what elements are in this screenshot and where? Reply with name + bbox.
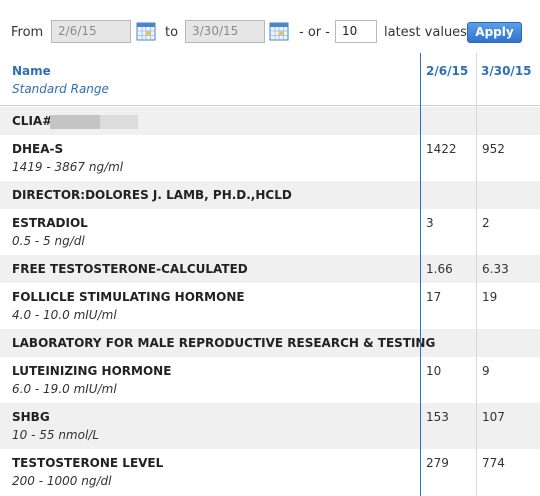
row-value-2: 774 <box>482 456 505 470</box>
to-label: to <box>165 25 179 40</box>
table-row: DHEA-S 1419 - 3867 ng/ml 1422 952 <box>0 135 540 181</box>
row-range: 4.0 - 10.0 mIU/ml <box>12 308 117 322</box>
table-row: SHBG 10 - 55 nmol/L 153 107 <box>0 403 540 449</box>
row-value-2: 952 <box>482 142 505 156</box>
row-name: DHEA-S <box>12 142 64 156</box>
row-name: SHBG <box>12 410 50 424</box>
row-value-1: 1.66 <box>426 262 453 276</box>
table-row: CLIA# <box>0 107 540 135</box>
or-label: - or - <box>299 25 330 40</box>
column-header-date-1[interactable]: 2/6/15 <box>426 64 468 78</box>
table-header: Name Standard Range 2/6/15 3/30/15 <box>0 53 540 106</box>
latest-values-label: latest values <box>384 25 467 40</box>
row-range: 200 - 1000 ng/dl <box>12 474 112 488</box>
row-value-1: 17 <box>426 290 442 304</box>
row-value-2: 19 <box>482 290 498 304</box>
table-row: FREE TESTOSTERONE-CALCULATED 1.66 6.33 <box>0 255 540 283</box>
table-row: FOLLICLE STIMULATING HORMONE 4.0 - 10.0 … <box>0 283 540 329</box>
row-value-2: 9 <box>482 364 490 378</box>
row-value-1: 1422 <box>426 142 457 156</box>
row-value-1: 10 <box>426 364 442 378</box>
row-name: DIRECTOR:DOLORES J. LAMB, PH.D.,HCLD <box>12 188 292 202</box>
table-row: LUTEINIZING HORMONE 6.0 - 19.0 mIU/ml 10… <box>0 357 540 403</box>
table-row: ESTRADIOL 0.5 - 5 ng/dl 3 2 <box>0 209 540 255</box>
latest-count-input[interactable]: 10 <box>335 20 377 43</box>
apply-button[interactable]: Apply <box>467 22 522 43</box>
table-row: TESTOSTERONE LEVEL 200 - 1000 ng/dl 279 … <box>0 449 540 496</box>
row-value-2: 2 <box>482 216 490 230</box>
row-range: 6.0 - 19.0 mIU/ml <box>12 382 117 396</box>
row-value-1: 153 <box>426 410 449 424</box>
row-value-2: 6.33 <box>482 262 509 276</box>
row-range: 1419 - 3867 ng/ml <box>12 160 124 174</box>
column-divider <box>476 53 477 496</box>
table-row: LABORATORY FOR MALE REPRODUCTIVE RESEARC… <box>0 329 540 357</box>
row-value-1: 3 <box>426 216 434 230</box>
from-label: From <box>11 25 44 40</box>
from-date-input[interactable]: 2/6/15 <box>51 20 131 43</box>
lab-results-table: Name Standard Range 2/6/15 3/30/15 CLIA#… <box>0 53 540 496</box>
calendar-icon[interactable] <box>136 21 156 41</box>
calendar-icon[interactable] <box>269 21 289 41</box>
row-range: 10 - 55 nmol/L <box>12 428 100 442</box>
row-name: CLIA# <box>12 114 53 128</box>
column-divider <box>420 53 421 496</box>
column-header-date-2[interactable]: 3/30/15 <box>481 64 532 78</box>
column-header-range: Standard Range <box>12 82 109 96</box>
row-value-1: 279 <box>426 456 449 470</box>
row-name: TESTOSTERONE LEVEL <box>12 456 164 470</box>
row-range: 0.5 - 5 ng/dl <box>12 234 85 248</box>
row-name: ESTRADIOL <box>12 216 88 230</box>
row-name: FREE TESTOSTERONE-CALCULATED <box>12 262 248 276</box>
row-name: FOLLICLE STIMULATING HORMONE <box>12 290 245 304</box>
table-row: DIRECTOR:DOLORES J. LAMB, PH.D.,HCLD <box>0 181 540 209</box>
to-date-input[interactable]: 3/30/15 <box>185 20 265 43</box>
row-value-2: 107 <box>482 410 505 424</box>
row-name: LABORATORY FOR MALE REPRODUCTIVE RESEARC… <box>12 336 436 350</box>
redaction-block <box>50 115 100 129</box>
column-header-name[interactable]: Name <box>12 64 51 78</box>
row-name: LUTEINIZING HORMONE <box>12 364 172 378</box>
